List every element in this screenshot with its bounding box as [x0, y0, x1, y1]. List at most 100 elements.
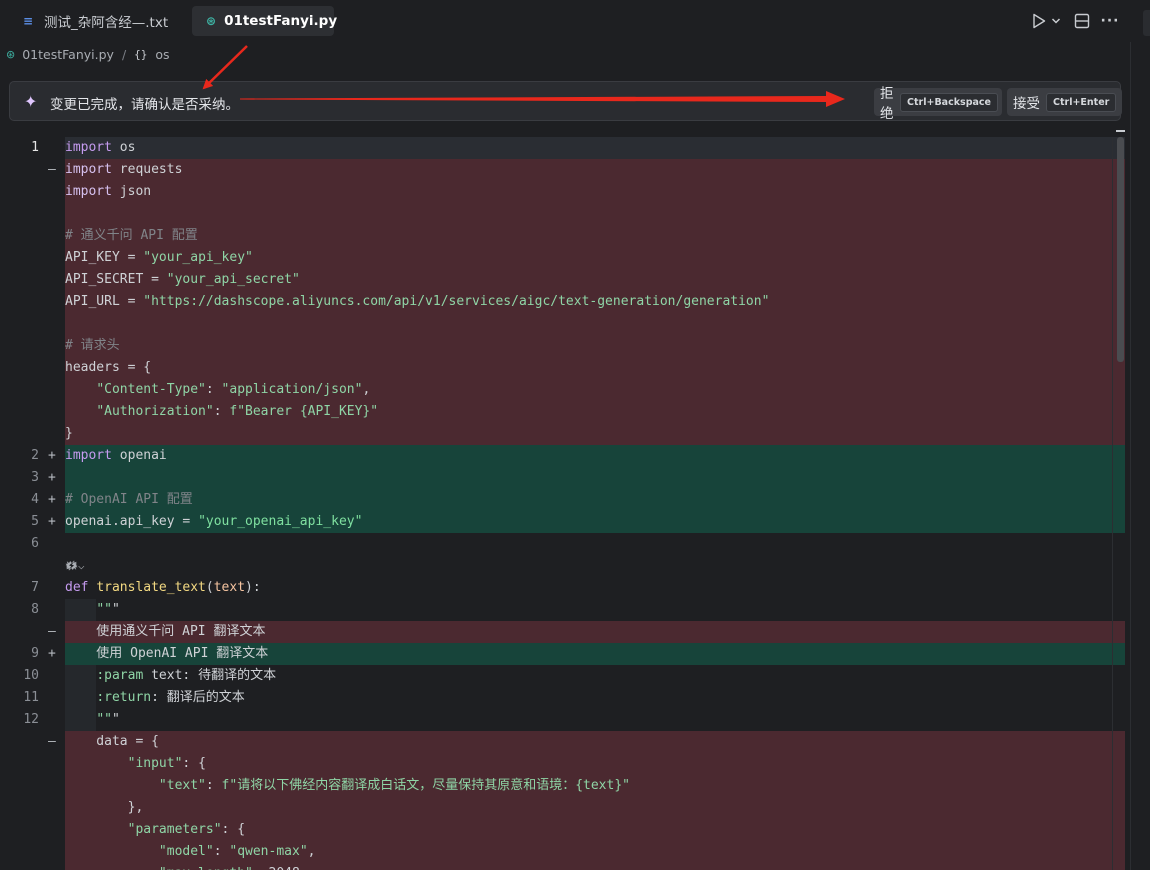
deleted-code-line[interactable]: "Authorization": f"Bearer {API_KEY}"	[0, 401, 1125, 423]
deleted-code-line[interactable]	[0, 203, 1125, 225]
chevron-down-icon[interactable]	[1050, 10, 1062, 32]
deleted-code-line[interactable]: "max_length": 2048,	[0, 863, 1125, 870]
line-gutter	[0, 863, 65, 870]
deleted-code-line[interactable]: API_KEY = "your_api_key"	[0, 247, 1125, 269]
deleted-code-line[interactable]: API_URL = "https://dashscope.aliyuncs.co…	[0, 291, 1125, 313]
line-gutter: —	[0, 621, 65, 643]
code-text[interactable]: # 通义千问 API 配置	[65, 225, 198, 247]
code-text[interactable]: "parameters": {	[65, 819, 245, 841]
code-text[interactable]: # OpenAI API 配置	[65, 489, 193, 511]
deleted-code-line[interactable]: "text": f"请将以下佛经内容翻译成白话文，尽量保持其原意和语境：{tex…	[0, 775, 1125, 797]
deleted-code-line[interactable]: import json	[0, 181, 1125, 203]
deleted-code-line[interactable]: "input": {	[0, 753, 1125, 775]
deleted-code-line[interactable]	[0, 313, 1125, 335]
line-gutter: 12	[0, 709, 65, 731]
deleted-code-line[interactable]: headers = {	[0, 357, 1125, 379]
line-gutter	[0, 291, 65, 313]
added-code-line[interactable]: 3 +	[0, 467, 1125, 489]
code-line[interactable]: 10 :param text: 待翻译的文本	[0, 665, 1125, 687]
reject-label: 拒绝	[880, 86, 894, 122]
deleted-code-line[interactable]: },	[0, 797, 1125, 819]
code-line[interactable]: 11 :return: 翻译后的文本	[0, 687, 1125, 709]
line-gutter	[0, 225, 65, 247]
more-icon[interactable]: ···	[1100, 10, 1120, 32]
scrollbar-thumb[interactable]	[1117, 137, 1124, 362]
line-gutter: 10	[0, 665, 65, 687]
code-text[interactable]: openai.api_key = "your_openai_api_key"	[65, 511, 362, 533]
panel-divider	[1130, 42, 1131, 870]
code-text[interactable]: :return: 翻译后的文本	[65, 687, 244, 709]
line-number: 9	[31, 646, 39, 661]
reject-button[interactable]: 拒绝 Ctrl+Backspace	[874, 86, 1002, 122]
line-gutter	[0, 269, 65, 291]
code-text[interactable]: API_SECRET = "your_api_secret"	[65, 269, 300, 291]
text-file-icon: ≡	[22, 14, 34, 28]
deleted-code-line[interactable]: — 使用通义千问 API 翻译文本	[0, 621, 1125, 643]
code-text[interactable]: "Content-Type": "application/json",	[65, 379, 370, 401]
deleted-code-line[interactable]: — import requests	[0, 159, 1125, 181]
deleted-code-line[interactable]: — data = {	[0, 731, 1125, 753]
deleted-code-line[interactable]: "parameters": {	[0, 819, 1125, 841]
deleted-code-line[interactable]: }	[0, 423, 1125, 445]
split-editor-icon[interactable]	[1072, 10, 1092, 32]
code-text[interactable]: 使用 OpenAI API 翻译文本	[65, 643, 268, 665]
run-icon[interactable]	[1030, 10, 1048, 32]
code-text[interactable]: import requests	[65, 159, 182, 181]
vertical-scrollbar[interactable]	[1112, 130, 1125, 870]
code-text[interactable]: headers = {	[65, 357, 151, 379]
added-code-line[interactable]: 9 + 使用 OpenAI API 翻译文本	[0, 643, 1125, 665]
code-text[interactable]: # 请求头	[65, 335, 120, 357]
breadcrumb: ⊛ 01testFanyi.py / {} os	[6, 44, 170, 64]
line-gutter: 8	[0, 599, 65, 621]
code-text[interactable]: :param text: 待翻译的文本	[65, 665, 276, 687]
deleted-code-line[interactable]: "model": "qwen-max",	[0, 841, 1125, 863]
breadcrumb-file[interactable]: 01testFanyi.py	[22, 47, 114, 62]
code-line[interactable]: 1 import os	[0, 137, 1125, 159]
added-code-line[interactable]: 4 + # OpenAI API 配置	[0, 489, 1125, 511]
code-text[interactable]: "model": "qwen-max",	[65, 841, 316, 863]
line-gutter: 9 +	[0, 643, 65, 665]
code-text[interactable]: },	[65, 797, 144, 819]
code-line[interactable]: 7 def translate_text(text):	[0, 577, 1125, 599]
code-text[interactable]: "input": {	[65, 753, 206, 775]
accept-label: 接受	[1013, 96, 1040, 112]
line-gutter: —	[0, 731, 65, 753]
tab-label: 01testFanyi.py	[224, 13, 338, 29]
code-text[interactable]: data = {	[65, 731, 159, 753]
code-line[interactable]: 6	[0, 533, 1125, 555]
breadcrumb-symbol[interactable]: os	[155, 47, 169, 62]
deleted-code-line[interactable]: # 请求头	[0, 335, 1125, 357]
code-text[interactable]: "text": f"请将以下佛经内容翻译成白话文，尽量保持其原意和语境：{tex…	[65, 775, 630, 797]
accept-button[interactable]: 接受 Ctrl+Enter	[1007, 88, 1122, 116]
line-gutter: 3 +	[0, 467, 65, 489]
code-editor[interactable]: 1 import os — import requests import json # 通…	[0, 137, 1125, 870]
code-text[interactable]: "max_length": 2048,	[65, 863, 308, 870]
code-text[interactable]: import os	[65, 137, 135, 159]
code-text[interactable]: }	[65, 423, 73, 445]
line-gutter	[0, 555, 65, 577]
scroll-position-marker	[1116, 130, 1125, 132]
code-text[interactable]: API_URL = "https://dashscope.aliyuncs.co…	[65, 291, 769, 313]
deleted-code-line[interactable]: # 通义千问 API 配置	[0, 225, 1125, 247]
code-text[interactable]: import openai	[65, 445, 167, 467]
fold-control[interactable]: 🗱⌵	[0, 555, 1125, 577]
line-gutter	[0, 797, 65, 819]
deleted-code-line[interactable]: "Content-Type": "application/json",	[0, 379, 1125, 401]
code-text[interactable]: API_KEY = "your_api_key"	[65, 247, 253, 269]
tab-python-file[interactable]: ⊛ 01testFanyi.py	[192, 6, 338, 36]
code-line[interactable]: 8 """	[0, 599, 1125, 621]
tab-text-file[interactable]: ≡ 测试_杂阿含经—.txt	[6, 6, 182, 36]
deleted-code-line[interactable]: API_SECRET = "your_api_secret"	[0, 269, 1125, 291]
code-text[interactable]: "Authorization": f"Bearer {API_KEY}"	[65, 401, 378, 423]
code-text[interactable]: 🗱⌵	[65, 555, 85, 577]
added-code-line[interactable]: 2 + import openai	[0, 445, 1125, 467]
code-text[interactable]: import json	[65, 181, 151, 203]
added-code-line[interactable]: 5 + openai.api_key = "your_openai_api_key"	[0, 511, 1125, 533]
code-text[interactable]: """	[65, 709, 119, 731]
code-text[interactable]: 使用通义千问 API 翻译文本	[65, 621, 265, 643]
accept-shortcut: Ctrl+Enter	[1046, 92, 1117, 112]
code-text[interactable]: def translate_text(text):	[65, 577, 261, 599]
code-text[interactable]: """	[65, 599, 119, 621]
code-line[interactable]: 12 """	[0, 709, 1125, 731]
line-number: 2	[31, 448, 39, 463]
